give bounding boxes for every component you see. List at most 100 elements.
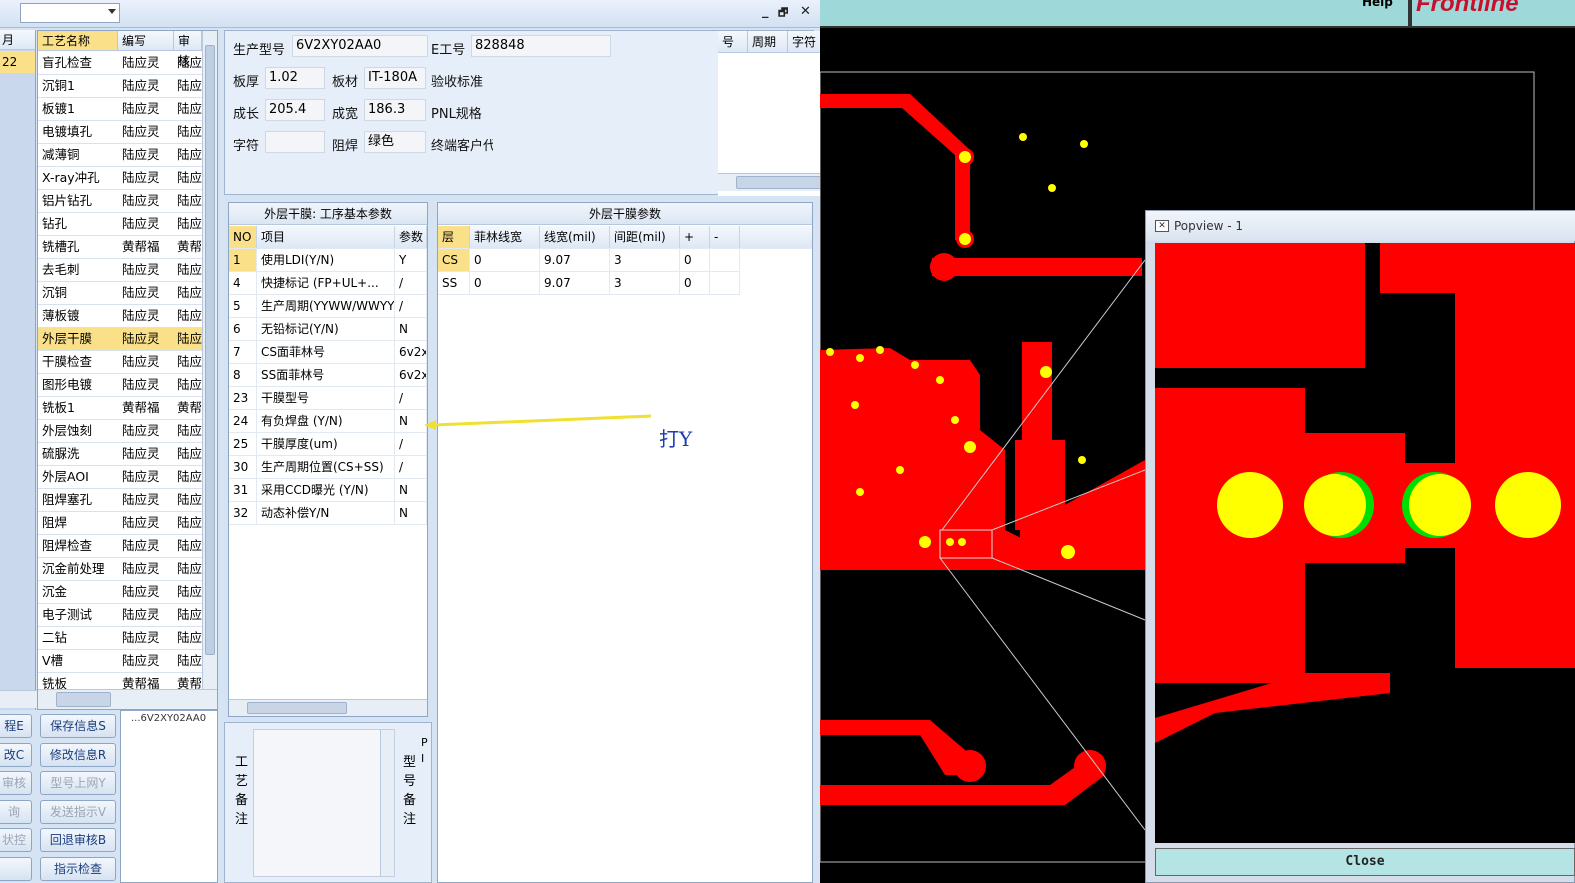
film-col-header[interactable]: - bbox=[710, 226, 740, 248]
film-col-header[interactable]: 菲林线宽 bbox=[470, 226, 540, 248]
list-item[interactable]: 盲孔检查 陆应灵 陆应 bbox=[38, 52, 202, 75]
list-item[interactable]: 薄板镀 陆应灵 陆应 bbox=[38, 305, 202, 328]
table-row[interactable]: 6 无铅标记(Y/N) N bbox=[229, 318, 427, 341]
list-item[interactable]: 外层干膜 陆应灵 陆应 bbox=[38, 328, 202, 351]
list-item[interactable]: 硫脲洗 陆应灵 陆应 bbox=[38, 443, 202, 466]
param-col-header[interactable]: 参数 bbox=[395, 226, 427, 248]
popview-canvas[interactable] bbox=[1155, 243, 1575, 843]
mask-field[interactable]: 绿色 bbox=[364, 131, 426, 153]
col-header-writer[interactable]: 编写 bbox=[118, 31, 174, 51]
list-item[interactable]: X-ray冲孔 陆应灵 陆应 bbox=[38, 167, 202, 190]
info-grid-col-header[interactable]: 周期 bbox=[748, 31, 788, 53]
table-row[interactable]: 23 干膜型号 / bbox=[229, 387, 427, 410]
table-row[interactable]: 4 快捷标记 (FP+UL+... / bbox=[229, 272, 427, 295]
material-field[interactable]: IT-180A bbox=[364, 67, 426, 89]
param-col-header[interactable]: NO bbox=[229, 226, 257, 248]
action-button[interactable]: 回退审核B bbox=[40, 828, 116, 852]
scroll-thumb[interactable] bbox=[247, 702, 347, 714]
close-button[interactable]: ✕ bbox=[800, 4, 811, 19]
list-item[interactable]: 二钻 陆应灵 陆应 bbox=[38, 627, 202, 650]
list-item[interactable]: 铣板1 黄帮福 黄帮 bbox=[38, 397, 202, 420]
film-col-header[interactable]: 间距(mil) bbox=[610, 226, 680, 248]
table-cell: / bbox=[395, 272, 427, 294]
table-row[interactable]: 1 使用LDI(Y/N) Y bbox=[229, 249, 427, 272]
table-row[interactable]: 30 生产周期位置(CS+SS) / bbox=[229, 456, 427, 479]
param-hscroll[interactable] bbox=[229, 699, 427, 716]
list-cell: 陆应 bbox=[177, 285, 203, 300]
col-header-process[interactable]: 工艺名称 bbox=[38, 31, 118, 51]
list-item[interactable]: 钻孔 陆应灵 陆应 bbox=[38, 213, 202, 236]
list-item[interactable]: 板镀1 陆应灵 陆应 bbox=[38, 98, 202, 121]
table-cell: 4 bbox=[229, 272, 257, 294]
action-button[interactable]: 修改信息R bbox=[40, 742, 116, 767]
length-field[interactable]: 205.4 bbox=[265, 99, 325, 121]
table-row[interactable]: 5 生产周期(YYWW/WWYY) / bbox=[229, 295, 427, 318]
list-item[interactable]: 阻焊检查 陆应灵 陆应 bbox=[38, 535, 202, 558]
list-item[interactable]: 阻焊 陆应灵 陆应 bbox=[38, 512, 202, 535]
table-row[interactable]: 31 采用CCD曝光 (Y/N) N bbox=[229, 479, 427, 502]
scroll-thumb[interactable] bbox=[205, 45, 215, 655]
action-button[interactable]: 型号上网Y bbox=[40, 771, 116, 795]
list-item[interactable]: 电子测试 陆应灵 陆应 bbox=[38, 604, 202, 627]
left-action-button[interactable]: 询 bbox=[0, 799, 32, 824]
table-row[interactable]: 8 SS面菲林号 6v2x bbox=[229, 364, 427, 387]
scroll-thumb[interactable] bbox=[56, 692, 111, 707]
table-row[interactable]: 7 CS面菲林号 6v2x bbox=[229, 341, 427, 364]
list-item[interactable]: 图形电镀 陆应灵 陆应 bbox=[38, 374, 202, 397]
list-item[interactable]: 外层AOI 陆应灵 陆应 bbox=[38, 466, 202, 489]
info-grid-col-header[interactable]: 号 bbox=[718, 31, 748, 53]
list-item[interactable]: 沉铜 陆应灵 陆应 bbox=[38, 282, 202, 305]
list-item[interactable]: 干膜检查 陆应灵 陆应 bbox=[38, 351, 202, 374]
remark-vscroll[interactable] bbox=[380, 730, 394, 876]
left-action-button[interactable] bbox=[0, 856, 32, 881]
list-item[interactable]: 去毛刺 陆应灵 陆应 bbox=[38, 259, 202, 282]
material-label: 板材 bbox=[332, 75, 359, 90]
list-item[interactable]: 电镀填孔 陆应灵 陆应 bbox=[38, 121, 202, 144]
film-col-header[interactable]: 层 bbox=[438, 226, 470, 248]
action-button[interactable]: 指示检查 bbox=[40, 856, 116, 881]
left-action-button[interactable]: 程E bbox=[0, 714, 32, 738]
param-col-header[interactable]: 项目 bbox=[257, 226, 395, 248]
popview-titlebar[interactable]: ✕ Popview - 1 bbox=[1146, 211, 1575, 241]
list-item[interactable]: 沉金前处理 陆应灵 陆应 bbox=[38, 558, 202, 581]
list-item[interactable]: 沉金 陆应灵 陆应 bbox=[38, 581, 202, 604]
col-header-reviewer[interactable]: 审核 bbox=[174, 31, 202, 68]
width-field[interactable]: 186.3 bbox=[364, 99, 426, 121]
list-item[interactable]: 沉铜1 陆应灵 陆应 bbox=[38, 75, 202, 98]
process-list-hscroll[interactable] bbox=[38, 689, 217, 709]
film-col-header[interactable]: + bbox=[680, 226, 710, 248]
process-list-vscroll[interactable] bbox=[202, 31, 217, 691]
left-strip-value[interactable]: 22 bbox=[0, 51, 35, 73]
list-item[interactable]: 外层蚀刻 陆应灵 陆应 bbox=[38, 420, 202, 443]
top-combo-box[interactable] bbox=[20, 3, 120, 23]
restore-button[interactable]: 🗗 bbox=[778, 4, 788, 23]
list-item[interactable]: 铣槽孔 黄帮福 黄帮 bbox=[38, 236, 202, 259]
left-action-button[interactable]: 审核 bbox=[0, 771, 32, 795]
list-cell: 陆应 bbox=[177, 55, 203, 70]
film-col-header[interactable]: 线宽(mil) bbox=[540, 226, 610, 248]
minimize-button[interactable]: _ bbox=[762, 4, 769, 19]
process-remark-textarea[interactable] bbox=[253, 729, 395, 877]
left-action-button[interactable]: 状控 bbox=[0, 828, 32, 852]
eno-field[interactable]: 828848 bbox=[471, 35, 611, 57]
left-strip-hscroll[interactable] bbox=[0, 690, 37, 708]
list-cell: 薄板镀 bbox=[42, 308, 80, 323]
char-field[interactable] bbox=[265, 131, 325, 153]
list-item[interactable]: V槽 陆应灵 陆应 bbox=[38, 650, 202, 673]
help-menu[interactable]: Help bbox=[1362, 0, 1393, 9]
table-row[interactable]: 24 有负焊盘 (Y/N) N bbox=[229, 410, 427, 433]
list-item[interactable]: 铝片钻孔 陆应灵 陆应 bbox=[38, 190, 202, 213]
table-row[interactable]: SS 0 9.07 3 0 bbox=[438, 272, 740, 295]
table-row[interactable]: 32 动态补偿Y/N N bbox=[229, 502, 427, 525]
list-item[interactable]: 减薄铜 陆应灵 陆应 bbox=[38, 144, 202, 167]
table-row[interactable]: CS 0 9.07 3 0 bbox=[438, 249, 740, 272]
table-row[interactable]: 25 干膜厚度(um) / bbox=[229, 433, 427, 456]
popview-close-button[interactable]: Close bbox=[1155, 848, 1575, 876]
left-action-button[interactable]: 改C bbox=[0, 742, 32, 767]
model-field[interactable]: 6V2XY02AA0 bbox=[292, 35, 428, 57]
thickness-field[interactable]: 1.02 bbox=[265, 67, 325, 89]
list-item[interactable]: 阻焊塞孔 陆应灵 陆应 bbox=[38, 489, 202, 512]
action-button[interactable]: 发送指示V bbox=[40, 799, 116, 824]
action-button[interactable]: 保存信息S bbox=[40, 714, 116, 738]
chevron-down-icon[interactable] bbox=[108, 9, 116, 14]
